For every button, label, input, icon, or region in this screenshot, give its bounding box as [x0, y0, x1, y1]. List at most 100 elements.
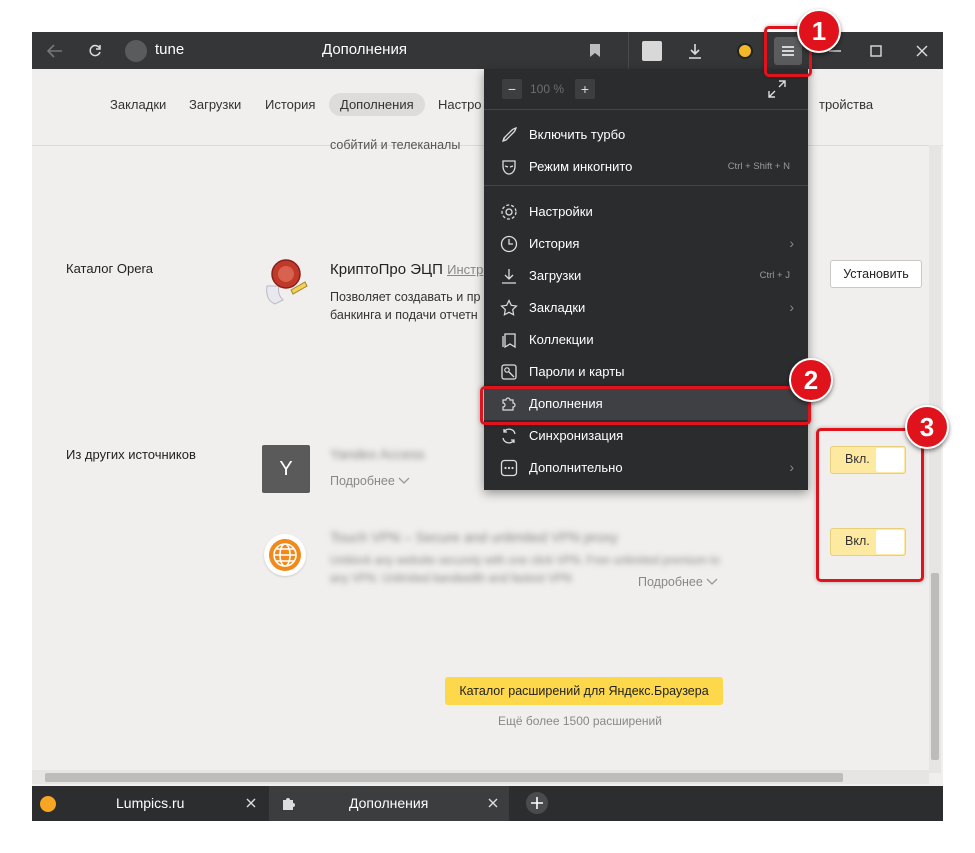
step-badge-2: 2 [789, 358, 833, 402]
menu-item-shortcut: Ctrl + J [759, 270, 790, 281]
browser-main-menu: − 100 % + Включить турбо Режим инкогнито… [484, 69, 808, 490]
tab-title: Дополнения [349, 795, 429, 811]
section-other-sources: Из других источников [66, 447, 196, 462]
bookmark-button[interactable] [585, 32, 605, 69]
catalog-subtitle: Ещё более 1500 расширений [498, 714, 662, 728]
menu-item-label: Дополнительно [529, 460, 623, 475]
tab-devices[interactable]: тройства [819, 97, 873, 112]
close-tab-icon[interactable] [246, 798, 256, 808]
browser-tab[interactable]: Lumpics.ru [32, 786, 268, 821]
puzzle-icon [283, 798, 295, 810]
chevron-right-icon: › [789, 459, 794, 475]
highlight-toggles [816, 428, 924, 582]
close-icon [916, 45, 928, 56]
menu-item-label: Закладки [529, 300, 586, 315]
toolbar-divider [628, 32, 629, 69]
more-details-link[interactable]: Подробнее [330, 474, 410, 488]
tab-extensions[interactable]: Дополнения [329, 93, 425, 116]
reload-icon [89, 44, 101, 56]
tab-bar: Lumpics.ru Дополнения [32, 786, 943, 821]
chevron-down-icon [398, 477, 410, 484]
new-tab-button[interactable] [526, 792, 548, 814]
extension-name-blurred: Touch VPN – Secure and unlimited VPN pro… [330, 529, 618, 545]
chevron-right-icon: › [789, 299, 794, 315]
step-badge-1: 1 [797, 9, 841, 53]
rocket-icon [501, 126, 518, 143]
close-window-button[interactable] [911, 32, 933, 69]
menu-item-settings[interactable]: Настройки [484, 196, 808, 228]
maximize-button[interactable] [865, 32, 887, 69]
close-tab-icon[interactable] [488, 798, 498, 808]
downloads-button[interactable] [684, 32, 706, 69]
more-details-link[interactable]: Подробнее [638, 575, 718, 589]
menu-divider [484, 109, 808, 110]
download-icon [502, 269, 516, 284]
chevron-right-icon: › [789, 235, 794, 251]
maximize-icon [870, 44, 882, 57]
menu-item-bookmarks[interactable]: Закладки › [484, 292, 808, 324]
extension-description: Позволяет создавать и пр банкинга и пода… [330, 288, 480, 324]
star-icon [500, 299, 518, 316]
zoom-out-button[interactable]: − [502, 79, 522, 99]
install-button[interactable]: Установить [830, 260, 922, 288]
gear-icon [501, 204, 517, 220]
menu-item-label: Настройки [529, 204, 593, 219]
tab-history[interactable]: История [265, 97, 315, 112]
tab-bookmarks[interactable]: Закладки [110, 97, 166, 112]
menu-item-history[interactable]: История › [484, 228, 808, 260]
tab-settings[interactable]: Настро [438, 97, 482, 112]
cryptopro-logo-icon [261, 256, 315, 308]
plus-icon [531, 797, 543, 809]
menu-item-label: Режим инкогнито [529, 159, 633, 174]
menu-item-downloads[interactable]: Загрузки Ctrl + J [484, 260, 808, 292]
tab-favicon-icon [40, 796, 56, 812]
fullscreen-icon [768, 80, 786, 98]
extension-name: КриптоПро ЭЦП [330, 261, 443, 278]
menu-item-collections[interactable]: Коллекции [484, 324, 808, 356]
bookmark-icon [590, 44, 600, 57]
description-line: Позволяет создавать и пр [330, 290, 481, 304]
back-button[interactable] [40, 32, 70, 69]
menu-item-label: Включить турбо [529, 127, 626, 142]
instructions-link[interactable]: Инстр [447, 262, 483, 277]
menu-item-passwords[interactable]: Пароли и карты [484, 356, 808, 388]
back-arrow-icon [47, 43, 62, 58]
extension-title: КриптоПро ЭЦП Инстр [330, 261, 483, 278]
site-favicon-icon [125, 40, 147, 62]
browser-tab-active[interactable]: Дополнения [269, 786, 509, 821]
clock-icon [500, 235, 518, 253]
tab-downloads[interactable]: Загрузки [189, 97, 241, 112]
more-label: Подробнее [638, 575, 703, 589]
section-opera-catalog: Каталог Opera [66, 261, 154, 276]
collections-icon [502, 333, 516, 349]
mask-icon [502, 160, 516, 175]
address-site-name[interactable]: tune [155, 41, 184, 58]
minimize-icon [829, 49, 841, 52]
highlight-extensions-item [480, 386, 811, 425]
menu-item-label: Пароли и карты [529, 364, 625, 379]
profile-button[interactable] [641, 32, 663, 69]
horizontal-scroll-thumb[interactable] [45, 773, 843, 782]
more-icon [500, 459, 518, 477]
browser-window: tune Дополнения Закладки Загрузки Истори… [32, 32, 943, 821]
globe-icon [264, 534, 306, 576]
tab-title: Lumpics.ru [116, 795, 185, 811]
menu-item-more[interactable]: Дополнительно › [484, 452, 808, 484]
description-line: банкинга и подачи отчетн [330, 308, 478, 322]
menu-item-label: История [529, 236, 580, 251]
chevron-down-icon [706, 578, 718, 585]
menu-item-turbo[interactable]: Включить турбо [484, 119, 808, 151]
alice-button[interactable] [734, 32, 756, 69]
menu-item-shortcut: Ctrl + Shift + N [727, 161, 790, 172]
page-title: Дополнения [322, 41, 407, 58]
extensions-catalog-button[interactable]: Каталог расширений для Яндекс.Браузера [445, 677, 723, 705]
step-badge-3: 3 [905, 405, 949, 449]
vertical-scroll-thumb[interactable] [931, 573, 939, 760]
extension-name-blurred: Yandex Access [330, 446, 425, 462]
menu-divider [484, 185, 808, 186]
reload-button[interactable] [82, 32, 108, 69]
zoom-in-button[interactable]: + [575, 79, 595, 99]
menu-item-incognito[interactable]: Режим инкогнито Ctrl + Shift + N [484, 151, 808, 183]
avatar [642, 40, 662, 61]
fullscreen-button[interactable] [766, 78, 788, 100]
